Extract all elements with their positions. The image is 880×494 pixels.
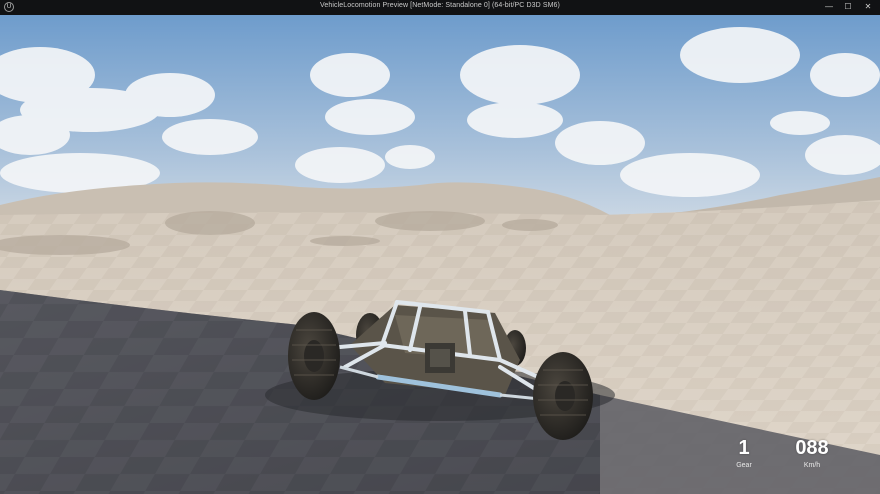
gear-value: 1 <box>738 437 750 459</box>
close-button[interactable]: ✕ <box>861 1 875 13</box>
game-window: U VehicleLocomotion Preview [NetMode: St… <box>0 0 880 494</box>
speedometer: 088 Km/h <box>786 438 838 469</box>
speed-value: 088 <box>795 437 829 459</box>
game-viewport[interactable]: 1 Gear 088 Km/h <box>0 15 880 494</box>
gear-label: Gear <box>736 462 752 469</box>
speed-unit-label: Km/h <box>803 462 821 469</box>
window-title: VehicleLocomotion Preview [NetMode: Stan… <box>320 2 560 9</box>
window-titlebar[interactable]: U VehicleLocomotion Preview [NetMode: St… <box>0 0 880 15</box>
gear-indicator: 1 Gear <box>726 438 762 469</box>
minimize-button[interactable]: — <box>822 1 836 13</box>
maximize-button[interactable]: ☐ <box>841 1 855 13</box>
scene-render <box>0 15 880 494</box>
